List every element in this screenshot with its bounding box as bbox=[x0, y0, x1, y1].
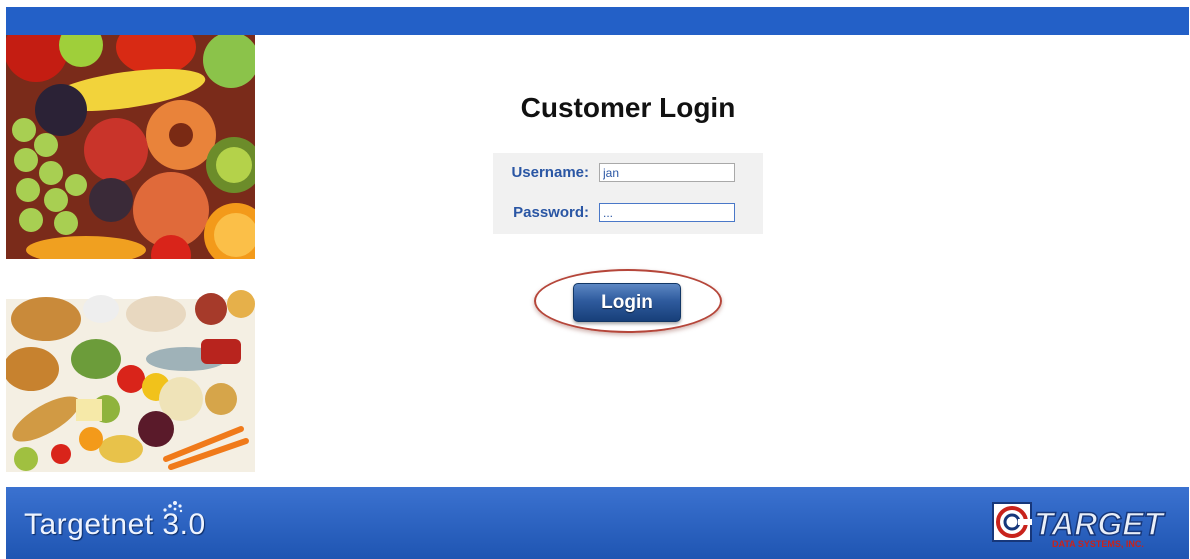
footer-bar: Targetnet 3.0 TARGET DATA SYSTEMS, INC. bbox=[6, 487, 1189, 559]
company-logo: TARGET DATA SYSTEMS, INC. bbox=[992, 502, 1166, 549]
groceries-image bbox=[6, 279, 255, 472]
login-form: Username: Password: bbox=[493, 153, 763, 234]
svg-text:DATA SYSTEMS, INC.: DATA SYSTEMS, INC. bbox=[1052, 539, 1144, 549]
top-banner bbox=[6, 7, 1189, 35]
fruit-image bbox=[6, 35, 255, 259]
password-label: Password: bbox=[513, 204, 589, 221]
username-label: Username: bbox=[511, 164, 589, 181]
password-input[interactable] bbox=[599, 203, 735, 222]
login-button[interactable]: Login bbox=[573, 283, 681, 322]
username-input[interactable] bbox=[599, 163, 735, 182]
sparkle-icon bbox=[163, 501, 183, 513]
svg-text:TARGET: TARGET bbox=[1034, 506, 1166, 542]
page-title: Customer Login bbox=[520, 92, 736, 123]
